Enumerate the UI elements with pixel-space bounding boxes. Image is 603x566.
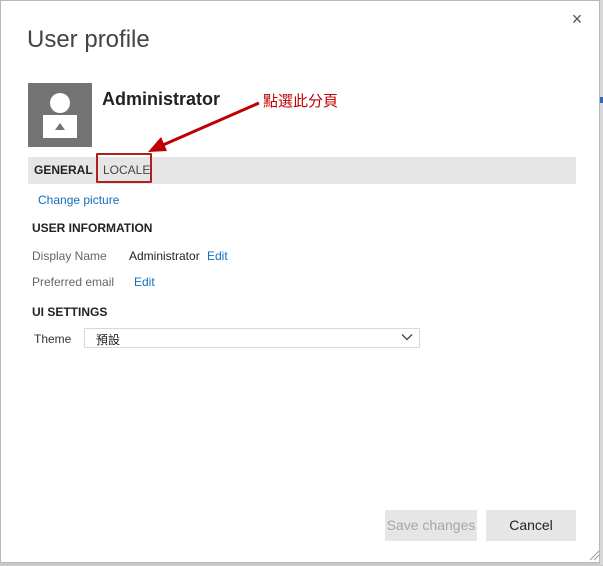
close-icon[interactable]: × — [568, 10, 586, 28]
user-profile-dialog: × User profile Administrator 點選此分頁 GENER… — [0, 0, 600, 563]
annotation-text: 點選此分頁 — [263, 92, 339, 110]
change-picture-link[interactable]: Change picture — [38, 193, 119, 207]
chevron-down-icon — [401, 334, 413, 341]
edit-preferred-email-link[interactable]: Edit — [134, 275, 155, 289]
user-silhouette-icon — [43, 93, 77, 138]
user-information-heading: USER INFORMATION — [32, 221, 153, 235]
preferred-email-label: Preferred email — [32, 275, 115, 289]
annotation-highlight-box — [96, 153, 152, 183]
display-name-label: Display Name — [32, 249, 107, 263]
dialog-title: User profile — [27, 26, 150, 53]
avatar[interactable] — [28, 83, 92, 147]
resize-grip-icon[interactable] — [588, 549, 600, 561]
theme-label: Theme — [34, 332, 72, 346]
save-changes-button[interactable]: Save changes — [385, 510, 477, 541]
tab-general[interactable]: GENERAL — [34, 157, 93, 184]
cancel-button[interactable]: Cancel — [486, 510, 576, 541]
edit-display-name-link[interactable]: Edit — [207, 249, 228, 263]
theme-select[interactable]: 預設 — [84, 328, 420, 348]
profile-name: Administrator — [102, 89, 221, 109]
ui-settings-heading: UI SETTINGS — [32, 305, 108, 319]
display-name-value: Administrator — [129, 249, 200, 263]
theme-select-value: 預設 — [96, 333, 121, 347]
